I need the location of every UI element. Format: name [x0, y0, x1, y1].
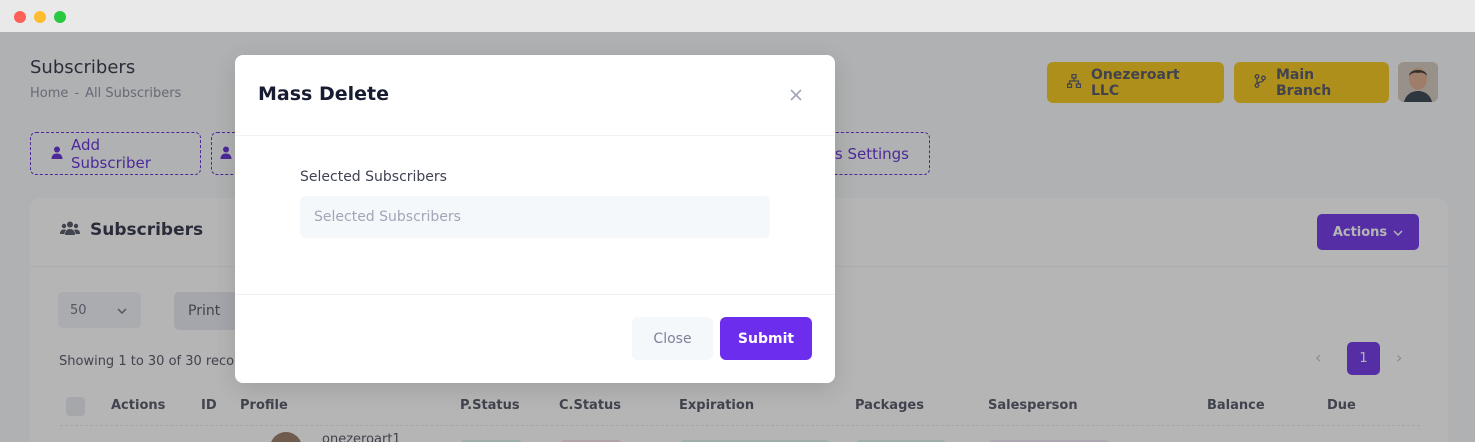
modal-footer: Close Submit	[235, 294, 835, 383]
close-window-button[interactable]	[14, 11, 26, 23]
submit-button[interactable]: Submit	[720, 317, 812, 360]
maximize-window-button[interactable]	[54, 11, 66, 23]
modal-header: Mass Delete	[235, 55, 835, 136]
window-titlebar	[0, 0, 1475, 32]
selected-subscribers-input[interactable]	[300, 196, 770, 238]
close-button[interactable]: Close	[632, 317, 713, 360]
selected-subscribers-label: Selected Subscribers	[300, 169, 447, 185]
modal-title: Mass Delete	[258, 83, 389, 105]
minimize-window-button[interactable]	[34, 11, 46, 23]
close-icon[interactable]	[786, 85, 806, 105]
mass-delete-modal: Mass Delete Selected Subscribers Close S…	[235, 55, 835, 383]
